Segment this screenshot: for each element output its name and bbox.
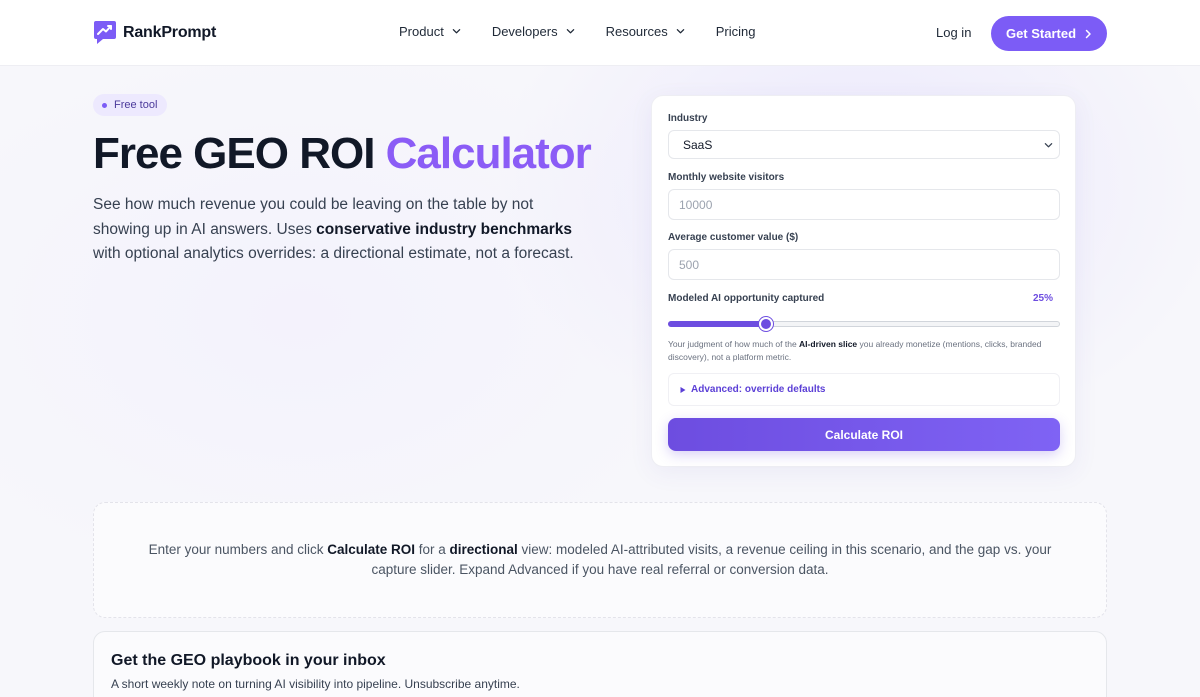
roi-calculator-card: Industry SaaS Monthly website visitors 1…	[651, 95, 1076, 467]
newsletter-card: Get the GEO playbook in your inbox A sho…	[93, 631, 1107, 697]
free-tool-badge: Free tool	[93, 94, 168, 116]
industry-select[interactable]: SaaS	[668, 130, 1060, 159]
opportunity-hint: Your judgment of how much of the AI-driv…	[668, 338, 1060, 363]
brand-logo[interactable]: RankPrompt	[93, 19, 216, 46]
calculate-roi-button[interactable]: Calculate ROI	[668, 418, 1060, 451]
results-bold-2: directional	[449, 542, 518, 557]
nav-item-label: Developers	[491, 24, 558, 39]
opportunity-label: Modeled AI opportunity captured	[668, 293, 825, 304]
nav-item-resources[interactable]: Resources	[606, 24, 685, 39]
visitors-label: Monthly website visitors	[668, 172, 785, 183]
nav-item-developers[interactable]: Developers	[492, 24, 575, 39]
nav-item-pricing[interactable]: Pricing	[716, 24, 756, 39]
results-part-2: for a	[415, 542, 450, 557]
visitors-input[interactable]: 10000	[668, 189, 1060, 220]
nav-item-label: Resources	[605, 24, 668, 39]
advanced-toggle[interactable]: Advanced: override defaults	[668, 373, 1060, 406]
site-header: RankPrompt Product Developers Resources …	[0, 0, 1200, 66]
rankprompt-logo-icon	[94, 21, 116, 44]
results-part-1: Enter your numbers and click	[148, 542, 328, 557]
hero-description: See how much revenue you could be leavin…	[93, 193, 593, 267]
customer-value-label: Average customer value ($)	[668, 232, 799, 243]
visitors-placeholder: 10000	[679, 197, 713, 212]
opportunity-slider-fill	[668, 321, 766, 327]
hint-part-1: Your judgment of how much of the	[668, 339, 800, 349]
customer-value-input[interactable]: 500	[668, 249, 1060, 280]
advanced-label: Advanced: override defaults	[691, 384, 826, 395]
industry-selected-value: SaaS	[683, 137, 713, 152]
nav-item-label: Product	[399, 24, 444, 39]
main-nav: Product Developers Resources Pricing	[399, 24, 786, 39]
newsletter-subtitle: A short weekly note on turning AI visibi…	[111, 677, 520, 691]
hero-desc-bold: conservative industry benchmarks	[316, 220, 572, 238]
login-link[interactable]: Log in	[936, 25, 971, 40]
opportunity-value: 25%	[1032, 293, 1053, 304]
newsletter-title: Get the GEO playbook in your inbox	[111, 652, 386, 669]
chevron-down-icon	[566, 29, 574, 34]
hint-bold: AI-driven slice	[799, 339, 858, 349]
chevron-down-icon	[676, 29, 684, 34]
opportunity-slider-thumb[interactable]	[759, 317, 773, 331]
nav-item-label: Pricing	[715, 24, 756, 39]
title-main: Free GEO ROI	[93, 129, 386, 178]
get-started-button[interactable]: Get Started	[991, 16, 1107, 51]
badge-label: Free tool	[114, 99, 158, 111]
chevron-down-icon	[452, 29, 461, 34]
main-content: Free tool Free GEO ROI Calculator See ho…	[0, 66, 1200, 697]
badge-dot-icon	[102, 102, 107, 108]
industry-label: Industry	[668, 113, 708, 124]
results-placeholder: Enter your numbers and click Calculate R…	[93, 502, 1107, 618]
title-accent: Calculator	[385, 129, 592, 178]
nav-item-product[interactable]: Product	[399, 24, 461, 39]
chevron-right-icon	[1085, 29, 1091, 38]
get-started-label: Get Started	[1005, 26, 1077, 41]
hero-desc-part-2: with optional analytics overrides: a dir…	[93, 245, 574, 262]
results-bold-1: Calculate ROI	[327, 542, 416, 557]
page-title: Free GEO ROI Calculator	[93, 129, 592, 179]
brand-name: RankPrompt	[123, 23, 217, 41]
customer-value-placeholder: 500	[679, 257, 700, 272]
triangle-right-icon	[680, 386, 686, 393]
results-text: Enter your numbers and click Calculate R…	[130, 540, 1070, 580]
chevron-down-icon	[1044, 143, 1053, 148]
